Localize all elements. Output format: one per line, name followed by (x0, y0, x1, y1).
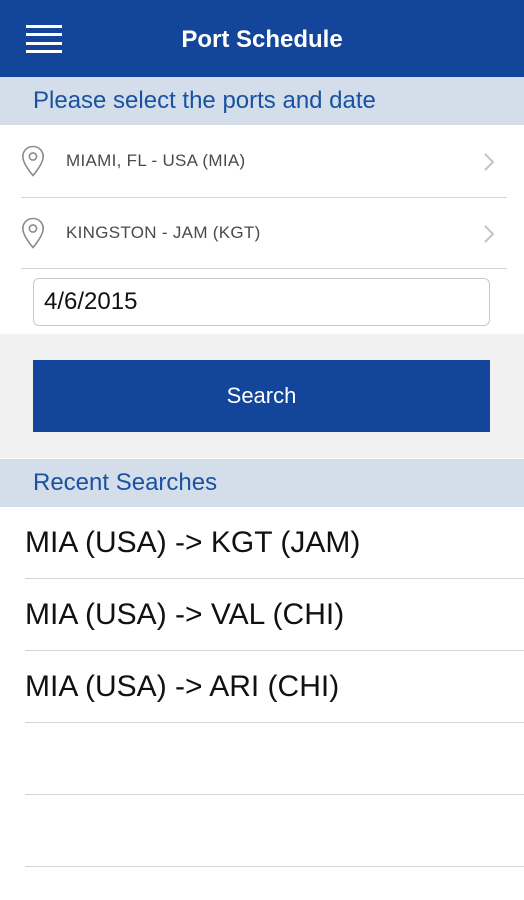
recent-search-item[interactable]: MIA (USA) -> ARI (CHI) (0, 651, 524, 723)
search-area: Search (0, 334, 524, 458)
select-ports-header: Please select the ports and date (0, 77, 524, 125)
date-field-container (0, 270, 524, 334)
divider (25, 794, 524, 795)
divider (25, 866, 524, 867)
recent-searches-header: Recent Searches (0, 459, 524, 507)
chevron-right-icon (484, 225, 495, 243)
hamburger-menu-icon[interactable] (26, 25, 62, 53)
location-pin-icon (21, 217, 45, 249)
recent-search-label: MIA (USA) -> ARI (CHI) (25, 670, 340, 703)
destination-port-label: KINGSTON - JAM (KGT) (66, 223, 261, 242)
destination-port-selector[interactable]: KINGSTON - JAM (KGT) (0, 197, 524, 269)
divider (25, 722, 524, 723)
origin-port-label: MIAMI, FL - USA (MIA) (66, 151, 246, 170)
recent-search-item[interactable]: MIA (USA) -> VAL (CHI) (0, 579, 524, 651)
divider (21, 268, 507, 269)
recent-search-label: MIA (USA) -> VAL (CHI) (25, 598, 345, 631)
search-button[interactable]: Search (33, 360, 490, 432)
origin-port-selector[interactable]: MIAMI, FL - USA (MIA) (0, 125, 524, 197)
location-pin-icon (21, 145, 45, 177)
nav-bar: Port Schedule (0, 0, 524, 77)
recent-search-item[interactable]: MIA (USA) -> KGT (JAM) (0, 507, 524, 579)
chevron-right-icon (484, 153, 495, 171)
date-field[interactable] (33, 278, 490, 326)
page-title: Port Schedule (181, 26, 343, 53)
recent-search-label: MIA (USA) -> KGT (JAM) (25, 526, 361, 559)
